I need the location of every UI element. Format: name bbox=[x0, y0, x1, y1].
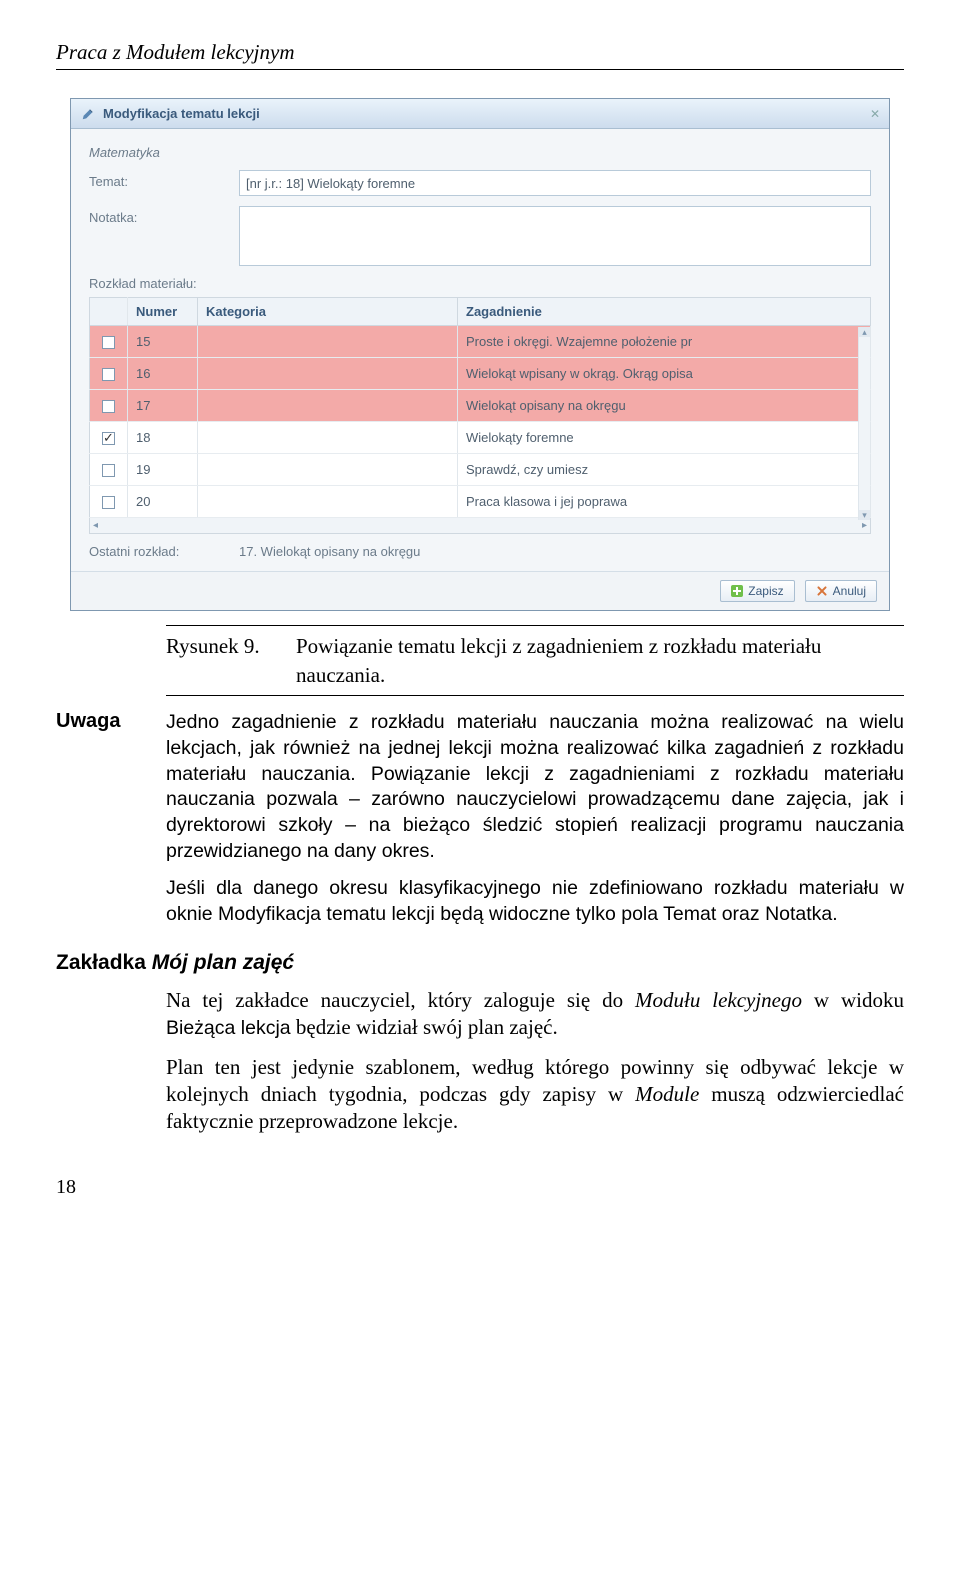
close-icon[interactable]: ✕ bbox=[870, 107, 879, 121]
rozklad-table: Numer Kategoria Zagadnienie 15 Proste i o… bbox=[89, 297, 871, 518]
cancel-button[interactable]: Anuluj bbox=[805, 580, 877, 602]
table-row[interactable]: 17 Wielokąt opisany na okręgu bbox=[90, 390, 871, 422]
header-rule bbox=[56, 69, 904, 70]
cell-kategoria bbox=[198, 326, 458, 358]
scroll-down-icon[interactable]: ▾ bbox=[859, 510, 870, 520]
caption-number: Rysunek 9. bbox=[166, 632, 296, 689]
dialog-modyfikacja-tematu: Modyfikacja tematu lekcji ✕ Matematyka T… bbox=[70, 98, 890, 611]
save-button-label: Zapisz bbox=[748, 584, 783, 598]
uwaga-para-2: Jeśli dla danego okresu klasyfikacyjnego… bbox=[166, 876, 904, 927]
page-number: 18 bbox=[56, 1176, 904, 1199]
col-numer: Numer bbox=[128, 298, 198, 326]
cell-kategoria bbox=[198, 486, 458, 518]
col-kategoria: Kategoria bbox=[198, 298, 458, 326]
uwaga-block: Uwaga Jedno zagadnienie z rozkładu mater… bbox=[56, 710, 904, 864]
scroll-left-icon[interactable]: ◂ bbox=[93, 520, 98, 531]
running-head: Praca z Modułem lekcyjnym bbox=[56, 40, 904, 65]
caption-text: Powiązanie tematu lekcji z zagadnieniem … bbox=[296, 632, 904, 689]
dialog-body: Matematyka Temat: Notatka: Rozkład mater… bbox=[71, 129, 889, 571]
scroll-right-icon[interactable]: ▸ bbox=[862, 520, 867, 531]
table-row[interactable]: 16 Wielokąt wpisany w okrąg. Okrąg opisa bbox=[90, 358, 871, 390]
row-checkbox[interactable] bbox=[102, 496, 115, 509]
cell-zagadnienie: Proste i okręgi. Wzajemne położenie pr bbox=[458, 326, 871, 358]
cell-zagadnienie: Wielokąty foremne bbox=[458, 422, 871, 454]
col-checkbox bbox=[90, 298, 128, 326]
scroll-up-icon[interactable]: ▴ bbox=[859, 327, 870, 337]
para-1: Na tej zakładce nauczyciel, który zalogu… bbox=[166, 987, 904, 1042]
label-temat: Temat: bbox=[89, 170, 239, 189]
label-ostatni: Ostatni rozkład: bbox=[89, 544, 239, 559]
cancel-button-label: Anuluj bbox=[833, 584, 866, 598]
table-row[interactable]: 20 Praca klasowa i jej poprawa bbox=[90, 486, 871, 518]
label-rozklad: Rozkład materiału: bbox=[89, 276, 871, 291]
cell-zagadnienie: Sprawdź, czy umiesz bbox=[458, 454, 871, 486]
table-row[interactable]: 19 Sprawdź, czy umiesz bbox=[90, 454, 871, 486]
table-row[interactable]: 18 Wielokąty foremne bbox=[90, 422, 871, 454]
cell-numer: 16 bbox=[128, 358, 198, 390]
cell-kategoria bbox=[198, 390, 458, 422]
vertical-scrollbar[interactable]: ▴ ▾ bbox=[858, 327, 870, 520]
label-notatka: Notatka: bbox=[89, 206, 239, 225]
horizontal-scrollbar[interactable]: ◂ ▸ bbox=[89, 518, 871, 534]
notatka-input[interactable] bbox=[239, 206, 871, 266]
table-row[interactable]: 15 Proste i okręgi. Wzajemne położenie pr bbox=[90, 326, 871, 358]
uwaga-label: Uwaga bbox=[56, 710, 166, 864]
cell-numer: 18 bbox=[128, 422, 198, 454]
ostatni-value: 17. Wielokąt opisany na okręgu bbox=[239, 544, 420, 559]
row-checkbox[interactable] bbox=[102, 400, 115, 413]
row-checkbox[interactable] bbox=[102, 432, 115, 445]
field-temat: Temat: bbox=[89, 170, 871, 196]
cell-numer: 17 bbox=[128, 390, 198, 422]
section-prefix: Zakładka bbox=[56, 951, 152, 974]
section-heading: Zakładka Mój plan zajęć bbox=[56, 951, 904, 975]
cell-zagadnienie: Praca klasowa i jej poprawa bbox=[458, 486, 871, 518]
col-zagadnienie: Zagadnienie bbox=[458, 298, 871, 326]
field-notatka: Notatka: bbox=[89, 206, 871, 266]
subject-name: Matematyka bbox=[89, 145, 871, 160]
ostatni-rozklad: Ostatni rozkład: 17. Wielokąt opisany na… bbox=[89, 544, 871, 559]
dialog-footer: Zapisz Anuluj bbox=[71, 571, 889, 610]
rozklad-table-wrap: Numer Kategoria Zagadnienie 15 Proste i o… bbox=[89, 297, 871, 534]
cell-numer: 20 bbox=[128, 486, 198, 518]
row-checkbox[interactable] bbox=[102, 464, 115, 477]
cell-zagadnienie: Wielokąt opisany na okręgu bbox=[458, 390, 871, 422]
cell-kategoria bbox=[198, 454, 458, 486]
row-checkbox[interactable] bbox=[102, 368, 115, 381]
cell-kategoria bbox=[198, 358, 458, 390]
temat-input[interactable] bbox=[239, 170, 871, 196]
save-button[interactable]: Zapisz bbox=[720, 580, 794, 602]
cell-numer: 15 bbox=[128, 326, 198, 358]
para-2: Plan ten jest jedynie szablonem, według … bbox=[166, 1054, 904, 1136]
plus-icon bbox=[731, 585, 743, 597]
section-name: Mój plan zajęć bbox=[152, 951, 294, 974]
row-checkbox[interactable] bbox=[102, 336, 115, 349]
pencil-icon bbox=[81, 107, 95, 121]
figure-caption: Rysunek 9. Powiązanie tematu lekcji z za… bbox=[166, 625, 904, 696]
uwaga-text: Jedno zagadnienie z rozkładu materiału n… bbox=[166, 710, 904, 864]
cell-kategoria bbox=[198, 422, 458, 454]
dialog-titlebar: Modyfikacja tematu lekcji ✕ bbox=[71, 99, 889, 129]
dialog-title: Modyfikacja tematu lekcji bbox=[103, 106, 870, 121]
cell-numer: 19 bbox=[128, 454, 198, 486]
cell-zagadnienie: Wielokąt wpisany w okrąg. Okrąg opisa bbox=[458, 358, 871, 390]
x-icon bbox=[816, 585, 828, 597]
